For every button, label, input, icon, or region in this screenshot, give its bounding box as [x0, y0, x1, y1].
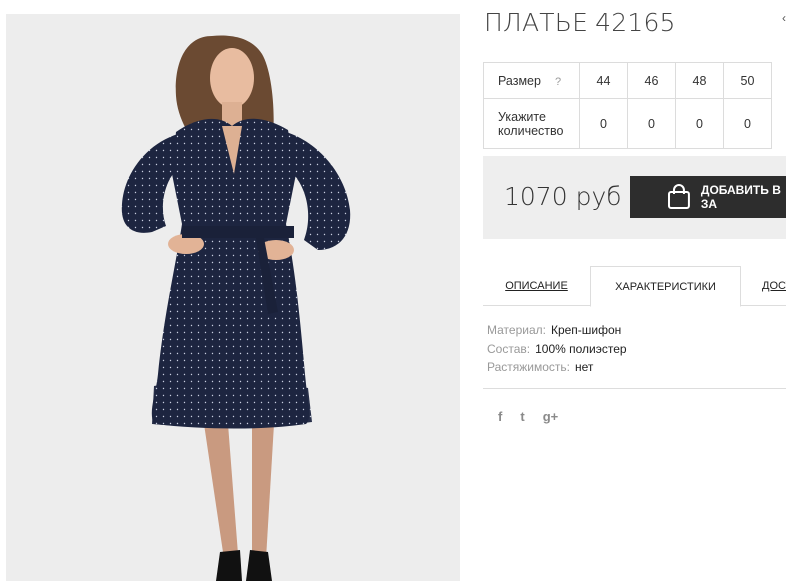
- product-photo[interactable]: [6, 14, 460, 581]
- spec-key: Состав:: [487, 341, 531, 356]
- spec-value: Креп-шифон: [550, 323, 622, 337]
- size-48: 48: [675, 62, 724, 99]
- tab-delivery[interactable]: ДОСТ: [741, 266, 786, 306]
- quantity-label-line1: Укажите: [498, 109, 546, 124]
- quantity-50[interactable]: 0: [723, 98, 772, 149]
- add-to-cart-button[interactable]: ДОБАВИТЬ В ЗА: [630, 176, 786, 218]
- price: 1070 руб: [504, 182, 622, 211]
- facebook-icon[interactable]: f: [498, 409, 502, 424]
- size-label-cell: Размер?: [483, 62, 580, 99]
- product-sku: 42165: [595, 8, 676, 37]
- quantity-48[interactable]: 0: [675, 98, 724, 149]
- tab-description[interactable]: ОПИСАНИЕ: [483, 266, 590, 306]
- buy-panel: 1070 руб ДОБАВИТЬ В ЗА: [483, 156, 786, 239]
- product-title-text: ПЛАТЬЕ: [484, 8, 589, 37]
- shopping-bag-icon: [667, 184, 690, 209]
- quantity-label-line2: количество: [498, 123, 564, 138]
- spec-stretch: Растяжимость: нет: [487, 358, 627, 377]
- spec-key: Растяжимость:: [487, 360, 571, 374]
- quantity-46[interactable]: 0: [627, 98, 676, 149]
- next-product-icon[interactable]: ‹: [782, 11, 786, 25]
- model-illustration: [121, 35, 351, 581]
- social-share: f t g+: [498, 409, 558, 424]
- add-to-cart-label: ДОБАВИТЬ В ЗА: [700, 183, 781, 211]
- spec-value: 100% полиэстер: [535, 341, 627, 356]
- spec-value: нет: [575, 360, 594, 374]
- spec-material: Материал: Креп-шифон: [487, 321, 627, 340]
- product-title: ПЛАТЬЕ 42165: [484, 8, 676, 37]
- size-46: 46: [627, 62, 676, 99]
- size-row: Размер? 44 46 48 50: [483, 62, 772, 99]
- size-44: 44: [579, 62, 628, 99]
- size-help-icon[interactable]: ?: [555, 76, 561, 88]
- quantity-label-cell: Укажите количество: [483, 98, 580, 149]
- twitter-icon[interactable]: t: [520, 409, 524, 424]
- tab-characteristics[interactable]: ХАРАКТЕРИСТИКИ: [590, 266, 741, 307]
- size-quantity-table: Размер? 44 46 48 50 Укажите количество 0…: [483, 62, 772, 149]
- product-tabs: ОПИСАНИЕ ХАРАКТЕРИСТИКИ ДОСТ: [483, 266, 786, 307]
- characteristics-list: Материал: Креп-шифон Состав: 100% полиэсте…: [487, 321, 627, 377]
- google-plus-icon[interactable]: g+: [543, 409, 559, 424]
- quantity-row: Укажите количество 0 0 0 0: [483, 98, 772, 149]
- section-divider: [483, 388, 786, 389]
- spec-composition: Состав: 100% полиэстер: [487, 340, 627, 359]
- size-label: Размер: [498, 73, 541, 88]
- size-50: 50: [723, 62, 772, 99]
- spec-key: Материал:: [487, 323, 546, 337]
- quantity-44[interactable]: 0: [579, 98, 628, 149]
